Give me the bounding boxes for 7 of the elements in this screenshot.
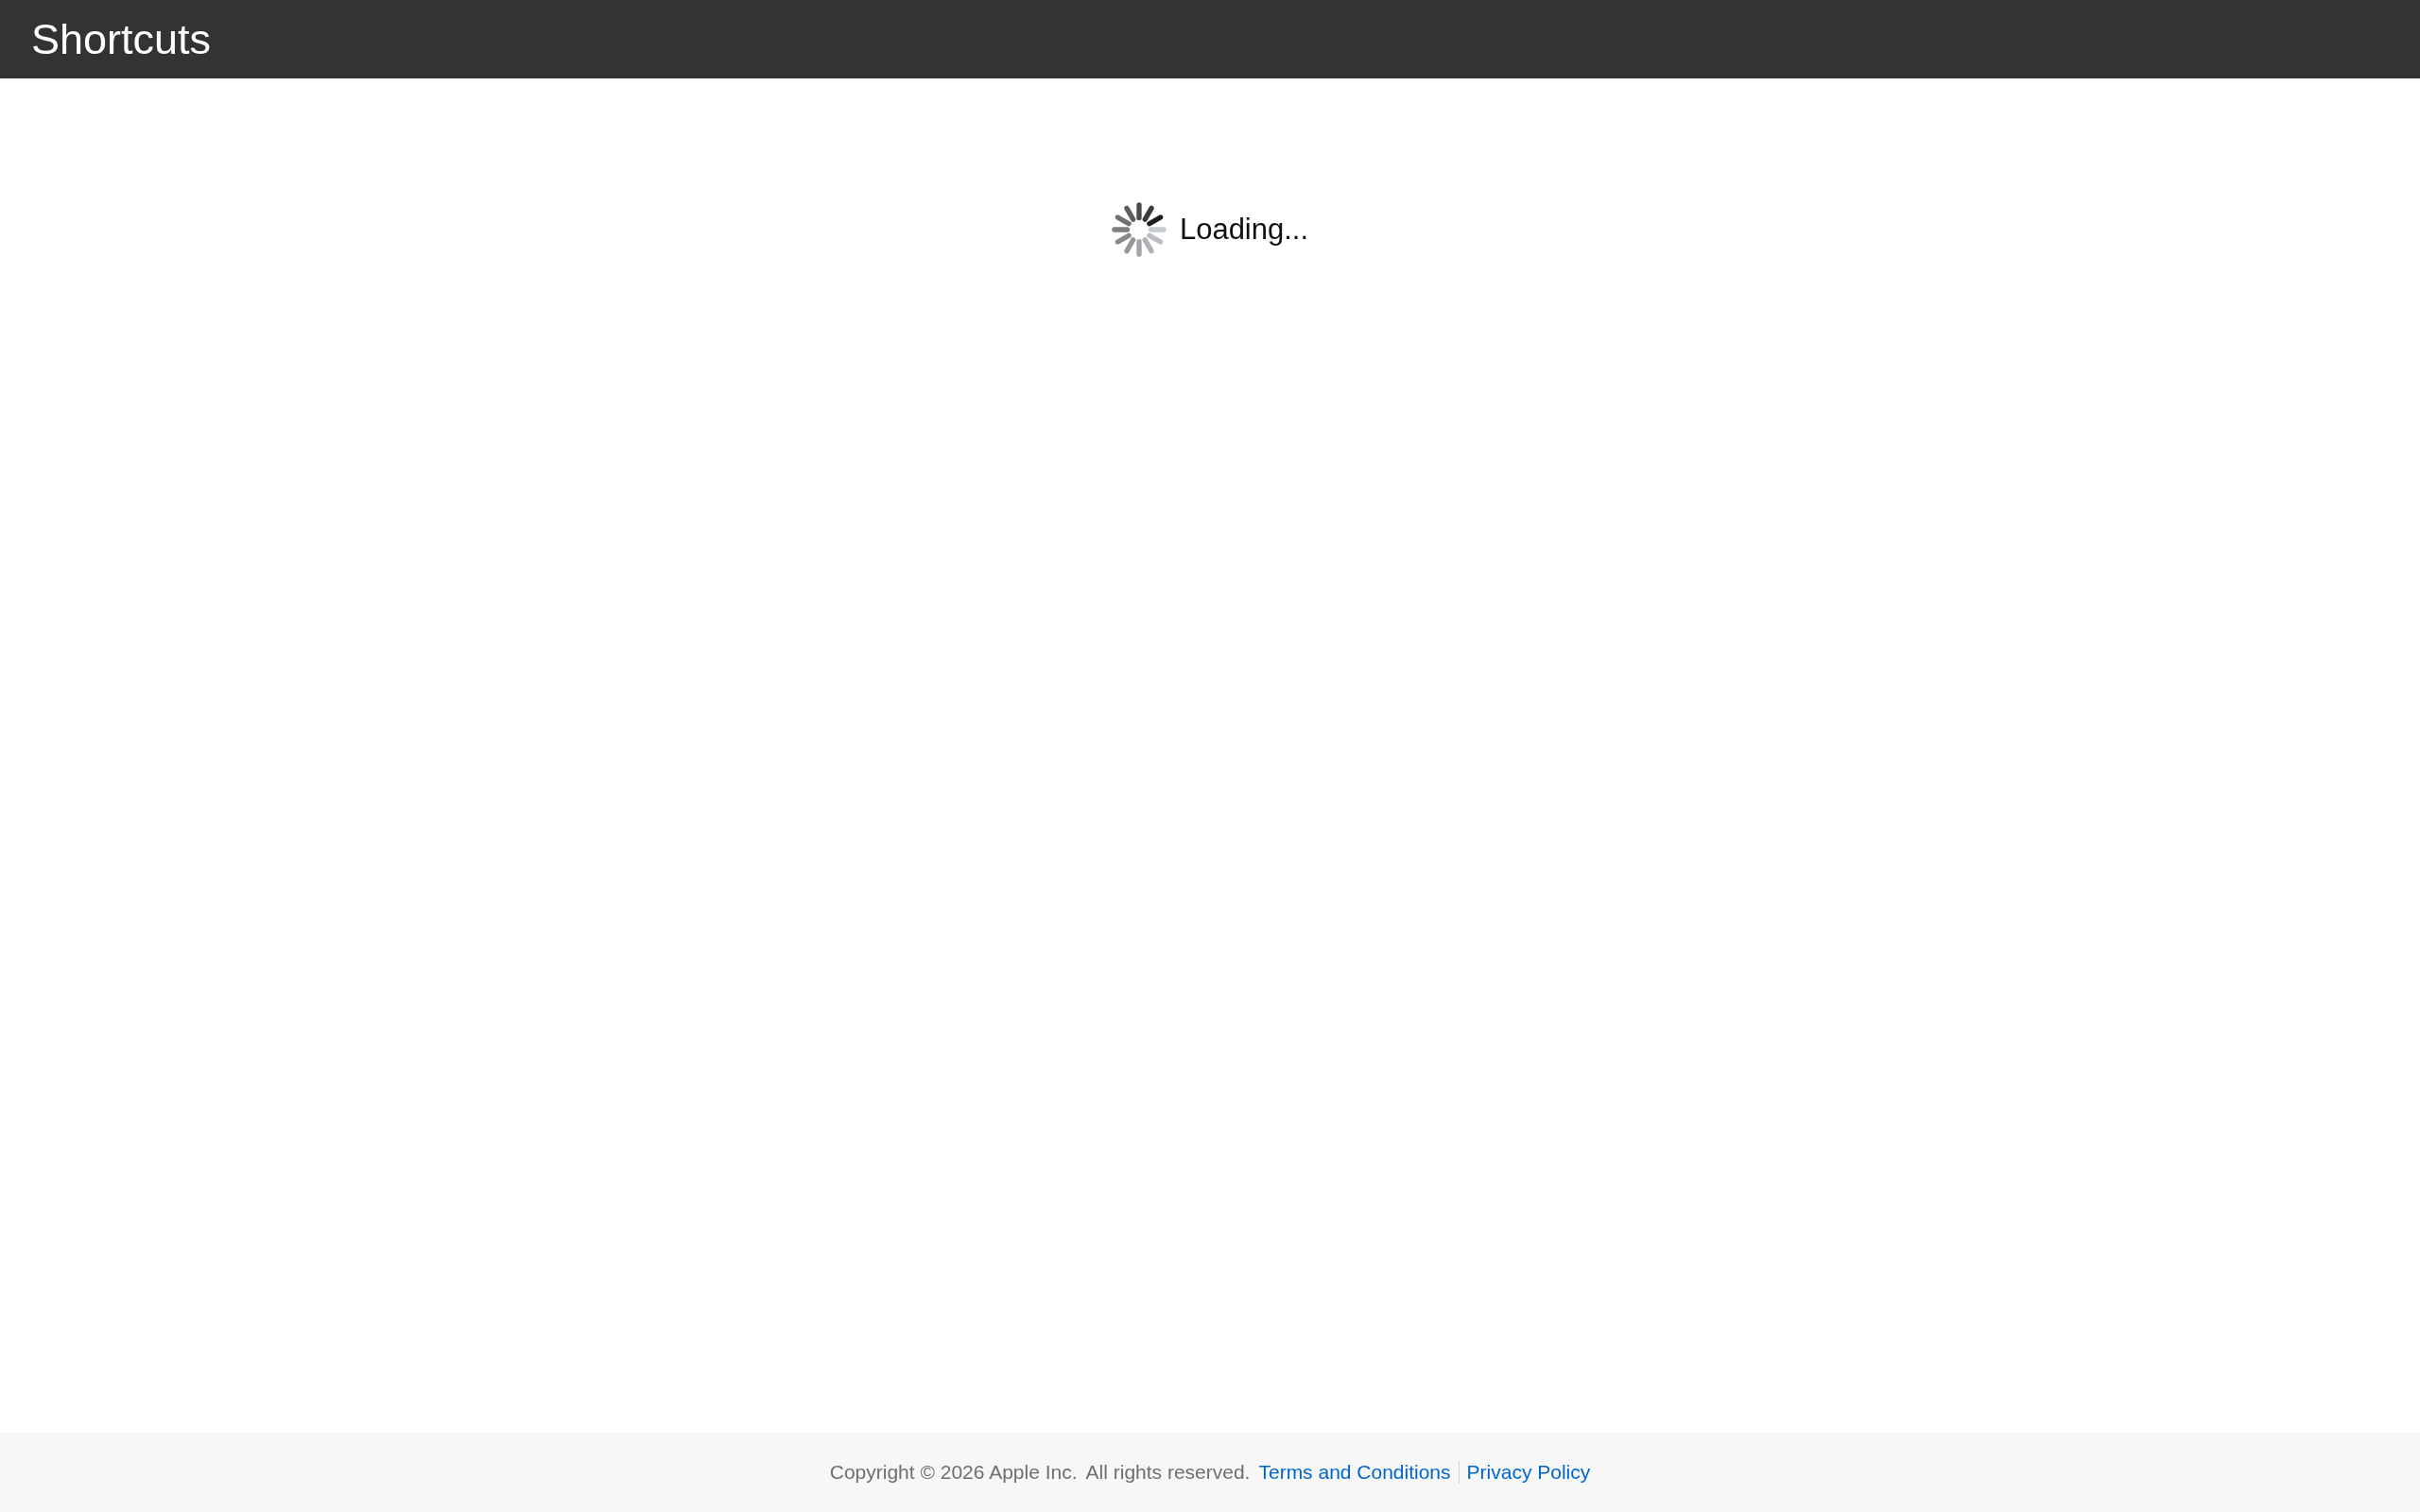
- loading-spinner-icon: [1111, 202, 1167, 257]
- copyright-text: Copyright © 2026 Apple Inc.: [829, 1461, 1078, 1484]
- app-title: Shortcuts: [31, 18, 212, 60]
- footer-link[interactable]: Terms and Conditions: [1258, 1461, 1451, 1484]
- loading-text: Loading...: [1179, 212, 1309, 248]
- rights-text: All rights reserved.: [1085, 1461, 1251, 1484]
- footer-link[interactable]: Privacy Policy: [1466, 1461, 1591, 1484]
